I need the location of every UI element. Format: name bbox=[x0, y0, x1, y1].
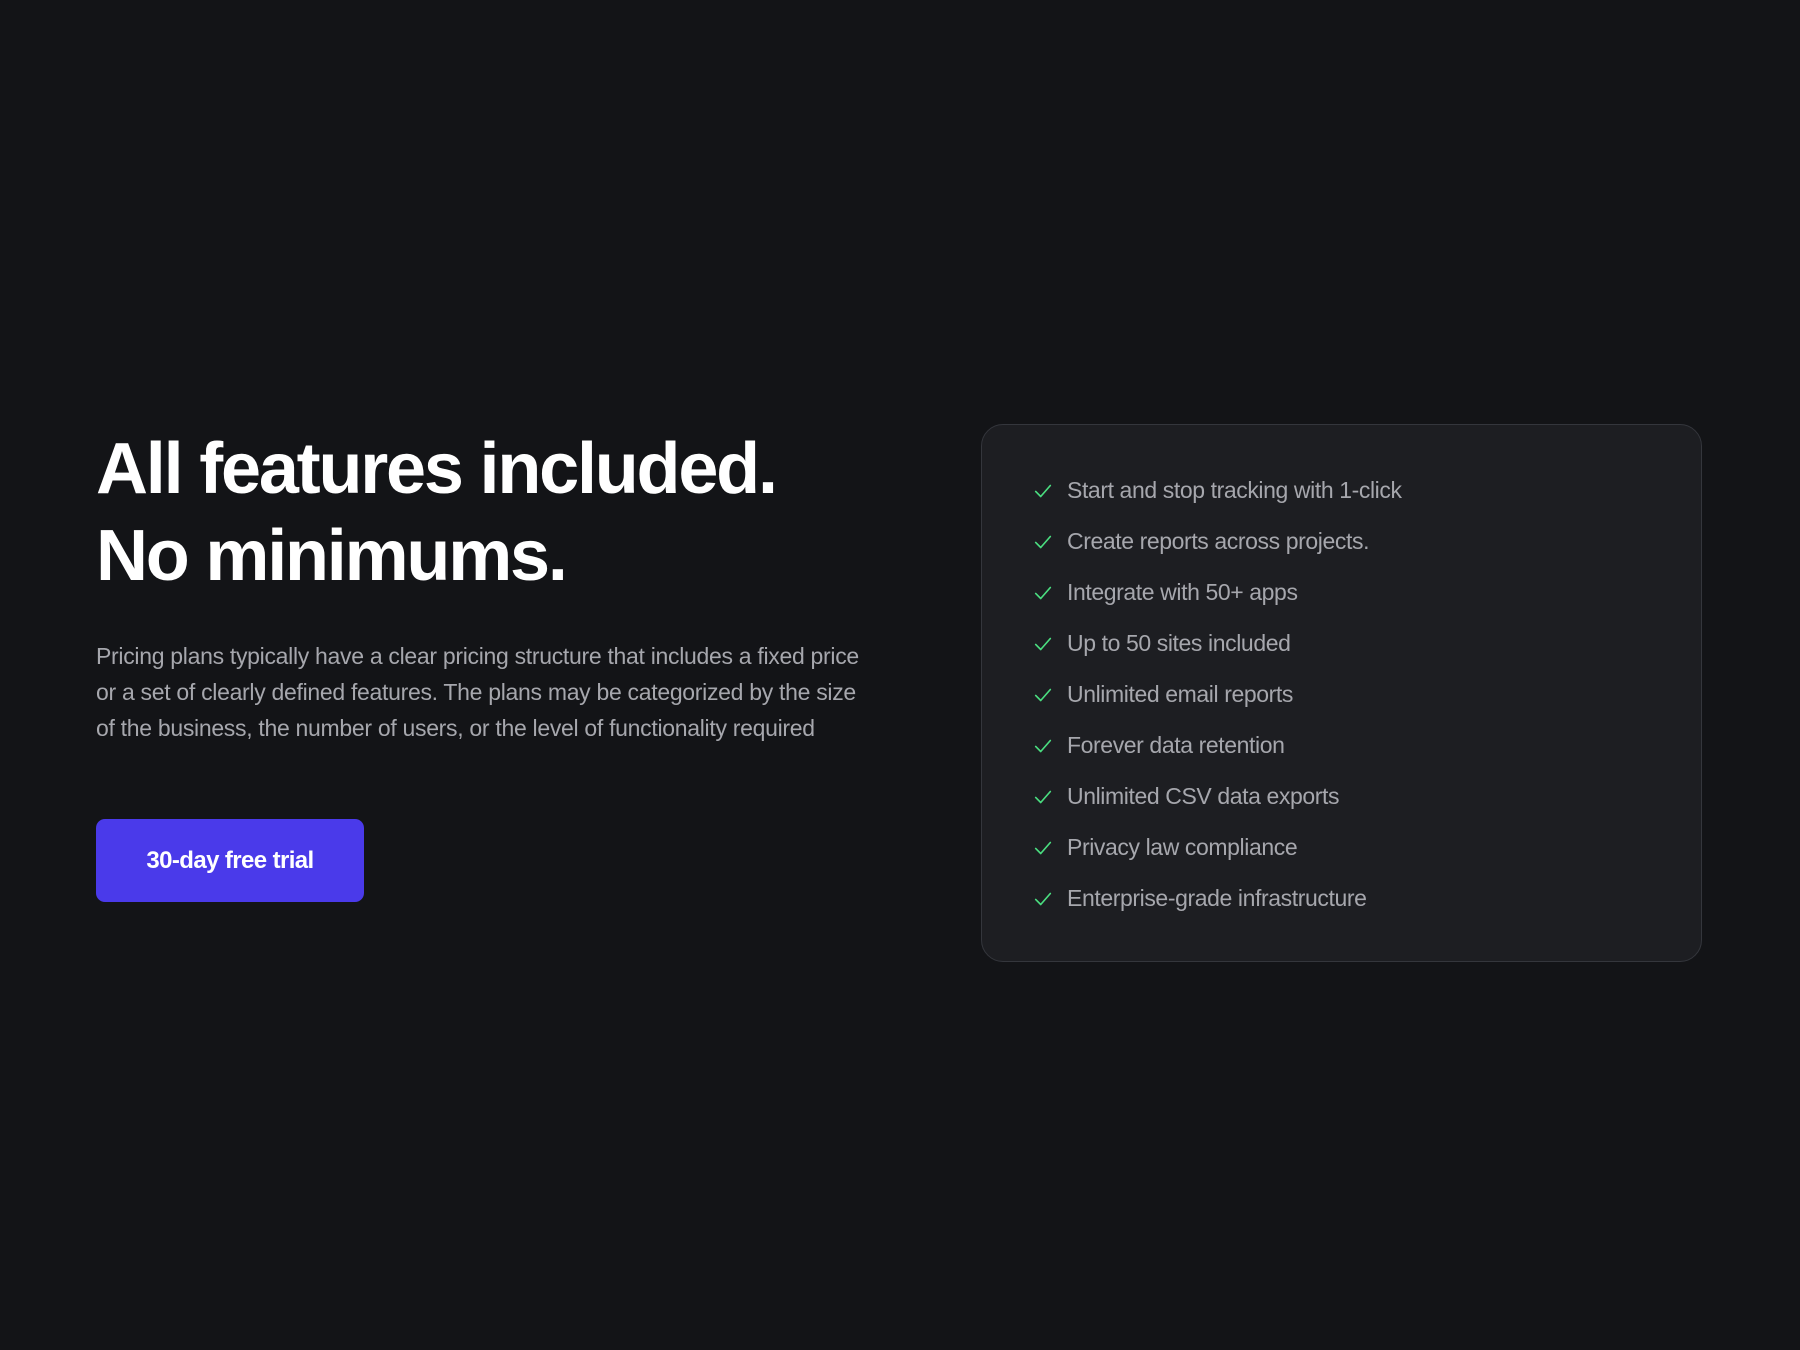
feature-label: Create reports across projects. bbox=[1067, 528, 1370, 554]
feature-item: Up to 50 sites included bbox=[1032, 618, 1701, 669]
feature-item: Unlimited email reports bbox=[1032, 669, 1701, 720]
feature-item: Start and stop tracking with 1-click bbox=[1032, 465, 1701, 516]
feature-label: Forever data retention bbox=[1067, 732, 1285, 758]
feature-label: Integrate with 50+ apps bbox=[1067, 579, 1298, 605]
pricing-description: Pricing plans typically have a clear pri… bbox=[96, 643, 859, 741]
check-icon bbox=[1034, 841, 1052, 854]
hero-section: All features included. No minimums. Pric… bbox=[96, 426, 866, 746]
free-trial-button[interactable]: 30-day free trial bbox=[96, 819, 364, 902]
feature-label: Unlimited CSV data exports bbox=[1067, 783, 1340, 809]
feature-label: Privacy law compliance bbox=[1067, 834, 1298, 860]
check-icon bbox=[1034, 535, 1052, 548]
check-icon bbox=[1034, 892, 1052, 905]
headline-line-1: All features included. bbox=[96, 429, 778, 509]
check-icon bbox=[1034, 637, 1052, 650]
feature-label: Start and stop tracking with 1-click bbox=[1067, 477, 1402, 503]
feature-item: Privacy law compliance bbox=[1032, 822, 1701, 873]
check-icon bbox=[1034, 688, 1052, 701]
features-card: Start and stop tracking with 1-click Cre… bbox=[981, 424, 1702, 962]
feature-label: Enterprise-grade infrastructure bbox=[1067, 885, 1367, 911]
feature-item: Unlimited CSV data exports bbox=[1032, 771, 1701, 822]
feature-label: Up to 50 sites included bbox=[1067, 630, 1291, 656]
feature-list: Start and stop tracking with 1-click Cre… bbox=[982, 425, 1701, 924]
feature-item: Enterprise-grade infrastructure bbox=[1032, 873, 1701, 924]
check-icon bbox=[1034, 586, 1052, 599]
feature-item: Forever data retention bbox=[1032, 720, 1701, 771]
feature-item: Create reports across projects. bbox=[1032, 516, 1701, 567]
feature-item: Integrate with 50+ apps bbox=[1032, 567, 1701, 618]
check-icon bbox=[1034, 739, 1052, 752]
headline-line-2: No minimums. bbox=[96, 516, 568, 596]
page-title: All features included. No minimums. bbox=[96, 426, 866, 600]
feature-label: Unlimited email reports bbox=[1067, 681, 1293, 707]
check-icon bbox=[1034, 484, 1052, 497]
check-icon bbox=[1034, 790, 1052, 803]
